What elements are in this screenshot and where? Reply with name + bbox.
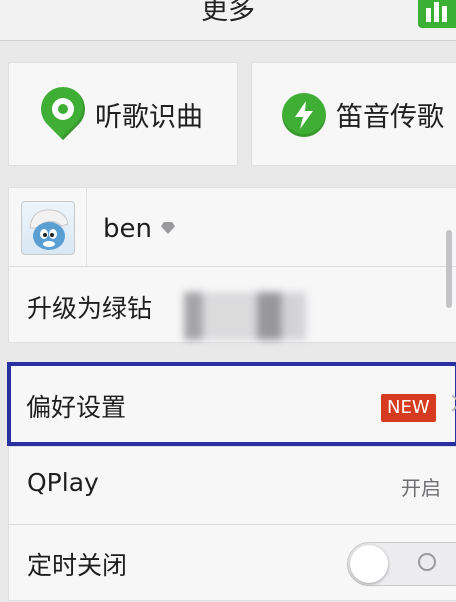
preferences-row[interactable]: 偏好设置 NEW — [7, 362, 456, 446]
location-pin-icon — [31, 77, 95, 141]
diamond-icon — [161, 222, 175, 234]
timer-close-toggle[interactable] — [347, 542, 456, 586]
timer-close-row: 定时关闭 — [9, 524, 456, 602]
whistle-to-song-card[interactable]: 笛音传歌 — [251, 62, 456, 166]
lightning-bolt-icon — [282, 93, 326, 137]
song-recognition-label: 听歌识曲 — [95, 102, 203, 133]
new-badge: NEW — [381, 394, 436, 422]
qplay-row[interactable]: QPlay 开启 — [9, 446, 456, 525]
qplay-status: 开启 — [401, 476, 441, 500]
qplay-label: QPlay — [27, 468, 99, 497]
redacted-blur — [184, 292, 306, 340]
preferences-label: 偏好设置 — [26, 393, 127, 422]
scrollbar[interactable] — [446, 230, 452, 308]
whistle-to-song-label: 笛音传歌 — [336, 102, 444, 133]
page-title: 更多 — [201, 0, 255, 26]
toggle-knob — [350, 545, 388, 583]
equalizer-icon[interactable] — [418, 0, 456, 28]
top-header: 更多 — [0, 0, 456, 41]
toggle-off-indicator-icon — [418, 553, 436, 571]
avatar — [21, 201, 75, 255]
chevron-right-icon — [450, 476, 456, 494]
chevron-right-icon — [444, 394, 456, 412]
username: ben — [103, 214, 152, 244]
song-recognition-card[interactable]: 听歌识曲 — [8, 62, 238, 166]
account-row[interactable]: ben — [9, 188, 456, 267]
timer-close-label: 定时关闭 — [27, 551, 128, 580]
upgrade-label: 升级为绿钻 — [27, 294, 153, 323]
